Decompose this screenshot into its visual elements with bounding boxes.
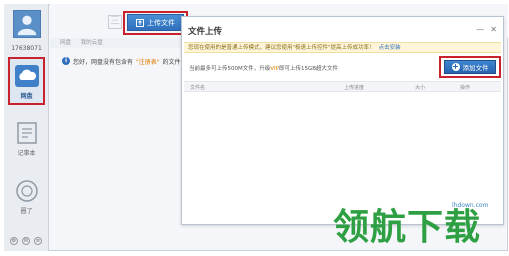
close-icon[interactable]: ✕ — [490, 25, 497, 34]
install-link[interactable]: 点击安装 — [379, 45, 401, 51]
avatar[interactable] — [13, 10, 41, 38]
sidebar-item-label: 圈了 — [20, 208, 33, 215]
upload-button-highlight — [123, 11, 188, 35]
notice-highlight: "注册表" — [136, 58, 160, 66]
quota-prefix: 当前最多可上传500M文件，升级 — [189, 66, 271, 72]
breadcrumb-item[interactable]: 网盘 — [60, 40, 71, 46]
quota-text: 当前最多可上传500M文件，升级VIP即可上传15GB超大文件 — [189, 64, 338, 72]
file-table-header: 文件名 上传进度 大小 操作 — [184, 81, 501, 92]
sidebar-item-label: 记事本 — [17, 150, 36, 157]
breadcrumb: 网盘 我的云盘 — [50, 38, 184, 48]
dialog-title: 文件上传 — [188, 27, 223, 37]
notice-row: i 您好，网盘没有包含有 "注册表" 的文件 — [62, 56, 192, 66]
column-header-action: 操作 — [460, 85, 471, 91]
user-id: 17638071 — [11, 45, 42, 52]
column-header-filename: 文件名 — [190, 85, 206, 91]
notice-suffix: 的文件 — [162, 58, 181, 66]
cloud-icon — [14, 65, 39, 87]
info-icon: i — [62, 57, 70, 65]
warning-text: 您现在使用的是普通上传模式，建议您使用"极速上传控件"提高上传成功率！ — [188, 45, 375, 51]
vip-link[interactable]: VIP — [270, 66, 279, 72]
warning-bar: 您现在使用的是普通上传模式，建议您使用"极速上传控件"提高上传成功率！ 点击安装 — [184, 42, 501, 53]
sidebar-item-netdisk[interactable]: 网盘 — [8, 57, 45, 105]
sidebar-bottom-tools: ⚙ ✉ ≡ — [10, 237, 42, 245]
upload-dialog: 文件上传 — ✕ 您现在使用的是普通上传模式，建议您使用"极速上传控件"提高上传… — [181, 16, 504, 225]
circle-icon — [15, 180, 38, 202]
column-header-size: 大小 — [415, 85, 426, 91]
sidebar-item-notepad[interactable]: 记事本 — [8, 116, 45, 164]
notice-prefix: 您好，网盘没有包含有 — [73, 58, 134, 66]
add-button-highlight — [439, 56, 501, 78]
sidebar-item-label: 网盘 — [20, 93, 33, 100]
notepad-icon — [16, 122, 37, 144]
dialog-controls: — ✕ — [476, 25, 497, 34]
column-header-progress: 上传进度 — [344, 85, 365, 91]
chat-icon[interactable]: ✉ — [22, 237, 30, 245]
watermark-logo: 领航下载 — [333, 207, 482, 248]
sidebar: 17638071 网盘 记事本 圈了 ⚙ ✉ ≡ — [4, 4, 49, 251]
minimize-icon[interactable]: — — [476, 25, 484, 34]
breadcrumb-item[interactable]: 我的云盘 — [81, 40, 103, 46]
quota-suffix: 即可上传15GB超大文件 — [278, 66, 338, 72]
sidebar-item-circle[interactable]: 圈了 — [8, 174, 45, 222]
faded-button-icon: 三 — [108, 15, 122, 29]
settings-icon[interactable]: ⚙ — [10, 237, 18, 245]
user-avatar-icon — [17, 15, 37, 36]
menu-icon[interactable]: ≡ — [34, 237, 42, 245]
